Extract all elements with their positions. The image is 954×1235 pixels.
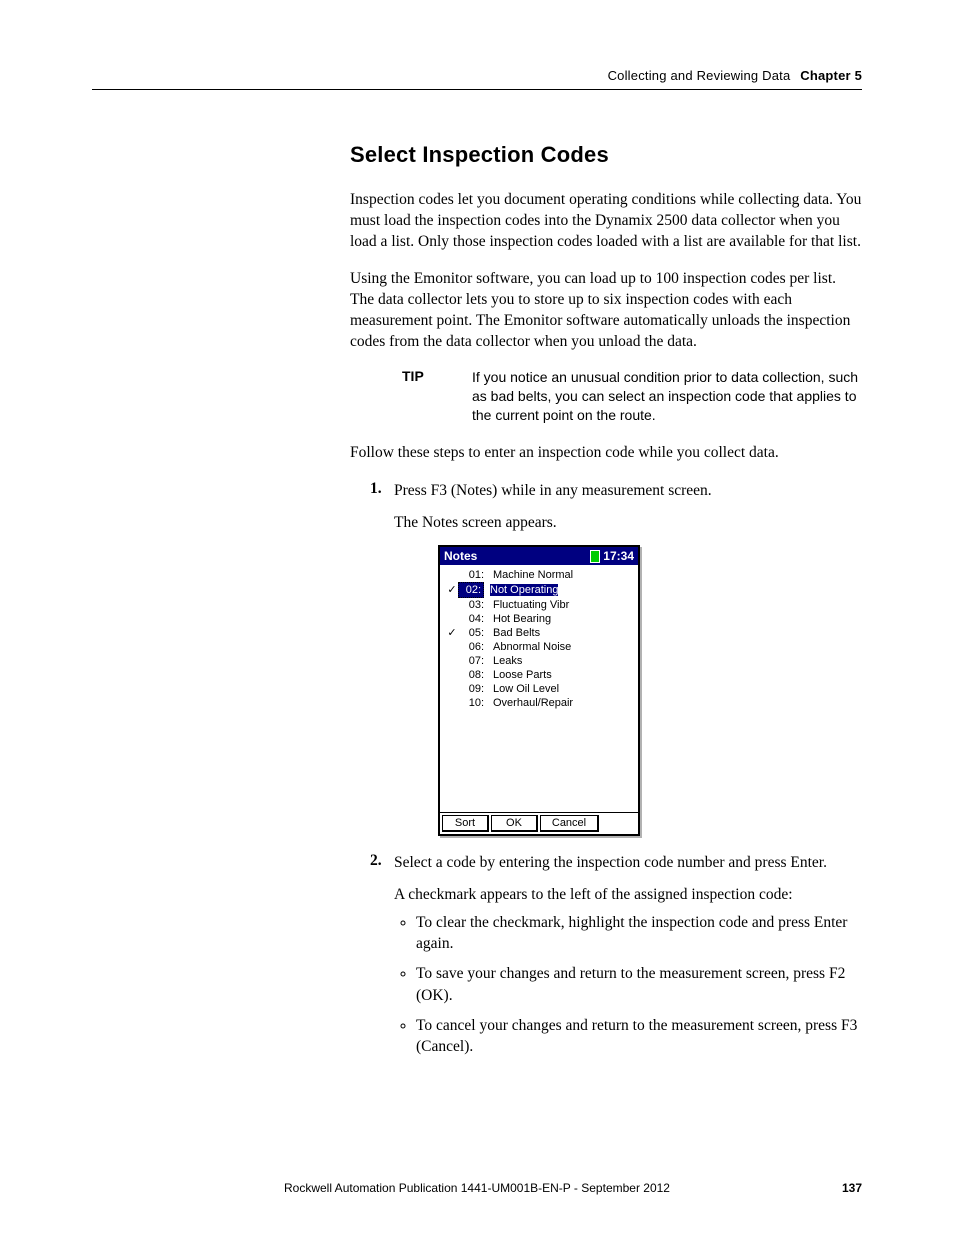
note-label: Overhaul/Repair — [487, 696, 573, 710]
paragraph-2: Using the Emonitor software, you can loa… — [350, 269, 862, 353]
note-row-5[interactable]: ✓ 05: Bad Belts — [446, 626, 632, 640]
battery-icon — [590, 550, 600, 563]
step-2-sub: A checkmark appears to the left of the a… — [394, 884, 862, 906]
header-section: Collecting and Reviewing Data — [608, 68, 791, 83]
note-row-2[interactable]: ✓ 02: Not Operating — [446, 582, 632, 598]
note-label: Machine Normal — [487, 568, 573, 582]
note-label: Leaks — [487, 654, 522, 668]
main-content: Select Inspection Codes Inspection codes… — [350, 90, 862, 1058]
bullet-3: To cancel your changes and return to the… — [416, 1015, 862, 1058]
note-row-7[interactable]: 07: Leaks — [446, 654, 632, 668]
step-2: 2. Select a code by entering the inspect… — [350, 852, 862, 1058]
note-row-1[interactable]: 01: Machine Normal — [446, 568, 632, 582]
notes-button-bar: Sort OK Cancel — [440, 812, 638, 834]
notes-clock: 17:34 — [590, 549, 634, 563]
tip-block: TIP If you notice an unusual condition p… — [402, 368, 862, 425]
note-label: Fluctuating Vibr — [487, 598, 569, 612]
header-chapter: Chapter 5 — [800, 68, 862, 83]
tip-label: TIP — [402, 368, 472, 425]
notes-body: 01: Machine Normal ✓ 02: Not Operating 0… — [440, 565, 638, 812]
note-row-8[interactable]: 08: Loose Parts — [446, 668, 632, 682]
paragraph-1: Inspection codes let you document operat… — [350, 190, 862, 253]
bullet-1: To clear the checkmark, highlight the in… — [416, 912, 862, 955]
note-row-3[interactable]: 03: Fluctuating Vibr — [446, 598, 632, 612]
note-row-9[interactable]: 09: Low Oil Level — [446, 682, 632, 696]
checkmark-icon: ✓ — [446, 583, 458, 597]
note-label: Loose Parts — [487, 668, 552, 682]
notes-titlebar: Notes 17:34 — [440, 547, 638, 565]
page-footer: Rockwell Automation Publication 1441-UM0… — [92, 1181, 862, 1195]
note-num: 10: — [458, 696, 487, 710]
section-title: Select Inspection Codes — [350, 142, 862, 168]
note-row-10[interactable]: 10: Overhaul/Repair — [446, 696, 632, 710]
publication-info: Rockwell Automation Publication 1441-UM0… — [284, 1181, 670, 1195]
step-2-bullets: To clear the checkmark, highlight the in… — [394, 912, 862, 1058]
step-1-sub: The Notes screen appears. — [394, 512, 862, 534]
step-2-number: 2. — [370, 852, 382, 870]
note-label: Abnormal Noise — [487, 640, 571, 654]
note-num: 05: — [458, 626, 487, 640]
running-header: Collecting and Reviewing Data Chapter 5 — [92, 68, 862, 83]
note-row-6[interactable]: 06: Abnormal Noise — [446, 640, 632, 654]
note-num: 08: — [458, 668, 487, 682]
note-label: Hot Bearing — [487, 612, 551, 626]
notes-screen: Notes 17:34 01: Machine Normal — [438, 545, 640, 836]
tip-text: If you notice an unusual condition prior… — [472, 368, 862, 425]
note-num: 06: — [458, 640, 487, 654]
note-num: 04: — [458, 612, 487, 626]
note-num: 07: — [458, 654, 487, 668]
page-number: 137 — [842, 1181, 862, 1195]
notes-title: Notes — [444, 549, 477, 563]
step-1-text: Press F3 (Notes) while in any measuremen… — [394, 480, 862, 502]
step-2-text: Select a code by entering the inspection… — [394, 852, 862, 874]
note-label: Bad Belts — [487, 626, 540, 640]
notes-time: 17:34 — [603, 549, 634, 563]
note-num: 01: — [458, 568, 487, 582]
step-1: 1. Press F3 (Notes) while in any measure… — [350, 480, 862, 836]
note-row-4[interactable]: 04: Hot Bearing — [446, 612, 632, 626]
sort-button[interactable]: Sort — [442, 815, 489, 832]
cancel-button[interactable]: Cancel — [540, 815, 599, 832]
note-num: 02: — [458, 582, 484, 598]
note-num: 03: — [458, 598, 487, 612]
paragraph-3: Follow these steps to enter an inspectio… — [350, 443, 862, 464]
bullet-2: To save your changes and return to the m… — [416, 963, 862, 1006]
note-label: Low Oil Level — [487, 682, 559, 696]
step-1-number: 1. — [370, 480, 382, 498]
checkmark-icon: ✓ — [446, 626, 458, 640]
note-num: 09: — [458, 682, 487, 696]
note-label: Not Operating — [484, 583, 558, 597]
ok-button[interactable]: OK — [491, 815, 538, 832]
steps-list: 1. Press F3 (Notes) while in any measure… — [350, 480, 862, 1058]
